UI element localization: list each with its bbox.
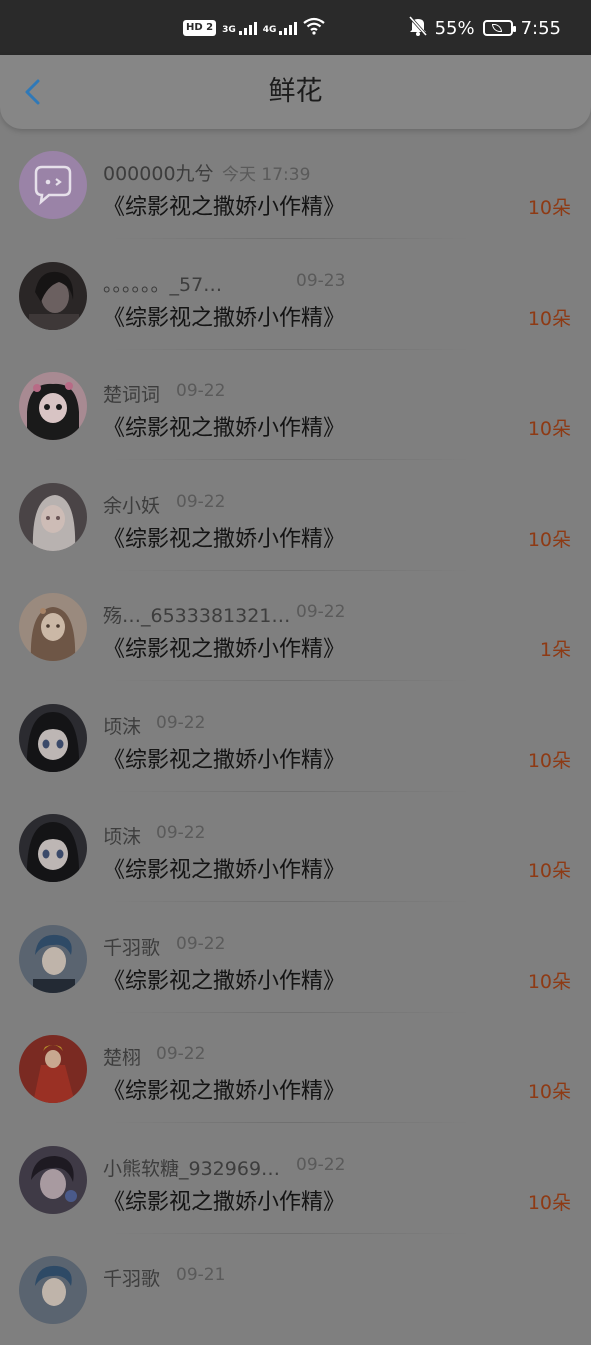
user-name: 000000九兮 <box>103 163 214 185</box>
gift-time: 09-23 <box>296 270 346 291</box>
gift-time: 09-22 <box>156 712 206 733</box>
gift-time: 09-22 <box>156 1044 206 1064</box>
avatar[interactable] <box>19 593 87 661</box>
avatar[interactable] <box>19 814 87 882</box>
flower-list: 000000九兮 今天 17:39 《综影视之撒娇小作精》 10朵 。。。。。。… <box>0 129 591 1345</box>
hd-badge: HD 2 <box>183 20 217 36</box>
avatar[interactable] <box>19 261 87 330</box>
avatar-photo <box>19 1145 87 1214</box>
user-name: 殇…_6533381321… <box>103 605 291 627</box>
list-item[interactable]: 余小妖 09-22 《综影视之撒娇小作精》 10朵 <box>0 461 591 572</box>
book-title: 《综影视之撒娇小作精》 <box>103 637 346 662</box>
user-name: 楚词词 <box>103 384 161 406</box>
hd-label: HD <box>186 22 203 33</box>
signal-4g-icon: 4G <box>262 21 298 35</box>
list-item[interactable]: 顷沫 09-22 《综影视之撒娇小作精》 10朵 <box>0 682 591 793</box>
flower-count: 10朵 <box>527 197 571 219</box>
gift-time: 09-22 <box>156 823 206 843</box>
flower-count: 10朵 <box>527 1081 571 1103</box>
user-name: 顷沫 <box>103 826 142 848</box>
list-item[interactable]: 。。。。。。_57… 09-23 《综影视之撒娇小作精》 10朵 <box>0 240 591 351</box>
flower-count: 10朵 <box>527 418 571 440</box>
book-title: 《综影视之撒娇小作精》 <box>103 968 346 994</box>
user-name: 顷沫 <box>103 715 142 738</box>
avatar[interactable] <box>19 151 87 219</box>
gift-time: 09-22 <box>176 381 226 401</box>
header-bar: 鲜花 <box>0 55 591 129</box>
avatar-photo <box>19 482 87 551</box>
avatar-photo <box>19 372 87 440</box>
page-title: 鲜花 <box>268 76 323 107</box>
book-title: 《综影视之撒娇小作精》 <box>103 526 346 552</box>
avatar-photo <box>19 703 87 772</box>
book-title: 《综影视之撒娇小作精》 <box>103 1189 346 1215</box>
list-item[interactable]: 殇…_6533381321… 09-22 《综影视之撒娇小作精》 1朵 <box>0 571 591 682</box>
chat-bubble-icon <box>19 151 87 219</box>
book-title: 《综影视之撒娇小作精》 <box>103 858 346 883</box>
status-bar: HD 2 3G 4G 55% 7:55 <box>0 0 591 55</box>
list-item[interactable]: 楚词词 09-22 《综影视之撒娇小作精》 10朵 <box>0 350 591 461</box>
avatar-photo <box>19 261 87 330</box>
flower-count: 10朵 <box>527 528 571 551</box>
avatar-photo <box>19 924 87 993</box>
net1-label: 3G <box>222 24 236 35</box>
battery-icon <box>482 20 516 36</box>
book-title: 《综影视之撒娇小作精》 <box>103 195 346 220</box>
avatar[interactable] <box>19 372 87 440</box>
user-name: 楚栩 <box>103 1047 142 1069</box>
avatar-photo <box>19 1256 87 1324</box>
wifi-icon <box>303 17 326 39</box>
net2-label: 4G <box>262 24 277 35</box>
list-item[interactable]: 千羽歌 09-22 《综影视之撒娇小作精》 10朵 <box>0 903 591 1014</box>
gift-time: 09-22 <box>176 491 226 512</box>
avatar-photo <box>19 593 87 661</box>
gift-time: 09-22 <box>296 1154 346 1175</box>
avatar[interactable] <box>19 703 87 772</box>
flower-count: 10朵 <box>527 1191 571 1214</box>
avatar[interactable] <box>19 924 87 993</box>
flower-count: 10朵 <box>527 970 571 993</box>
status-time: 7:55 <box>520 17 561 39</box>
gift-time: 今天 17:39 <box>222 165 311 185</box>
book-title: 《综影视之撒娇小作精》 <box>103 305 346 331</box>
list-item[interactable]: 楚栩 09-22 《综影视之撒娇小作精》 10朵 <box>0 1013 591 1124</box>
bell-off-icon <box>408 15 427 41</box>
flower-count: 10朵 <box>527 307 571 330</box>
user-name: 小熊软糖_932969… <box>103 1157 281 1180</box>
avatar[interactable] <box>19 1035 87 1103</box>
user-name: 。。。。。。_57… <box>103 273 223 296</box>
gift-time: 09-22 <box>176 933 226 954</box>
flower-count: 10朵 <box>527 749 571 772</box>
gift-time: 09-21 <box>176 1265 226 1285</box>
status-left: HD 2 3G 4G <box>183 16 326 40</box>
avatar[interactable] <box>19 482 87 551</box>
avatar-photo <box>19 1035 87 1103</box>
hd-sim: 2 <box>206 22 214 33</box>
avatar[interactable] <box>19 1145 87 1214</box>
list-item[interactable]: 小熊软糖_932969… 09-22 《综影视之撒娇小作精》 10朵 <box>0 1124 591 1235</box>
book-title: 《综影视之撒娇小作精》 <box>103 1079 346 1104</box>
flower-count: 1朵 <box>539 639 571 661</box>
flower-count: 10朵 <box>527 860 571 882</box>
user-name: 千羽歌 <box>103 1268 161 1290</box>
status-right: 55% 7:55 <box>408 14 561 42</box>
avatar-photo <box>19 814 87 882</box>
avatar[interactable] <box>19 1256 87 1324</box>
gift-time: 09-22 <box>296 602 346 622</box>
list-item[interactable]: 千羽歌 09-21 <box>0 1234 591 1345</box>
user-name: 余小妖 <box>103 494 161 517</box>
user-name: 千羽歌 <box>103 936 161 959</box>
book-title: 《综影视之撒娇小作精》 <box>103 747 346 773</box>
list-item[interactable]: 顷沫 09-22 《综影视之撒娇小作精》 10朵 <box>0 792 591 903</box>
battery-percent: 55% <box>434 17 475 39</box>
signal-3g-icon: 3G <box>222 21 257 35</box>
list-item[interactable]: 000000九兮 今天 17:39 《综影视之撒娇小作精》 10朵 <box>0 129 591 240</box>
book-title: 《综影视之撒娇小作精》 <box>103 416 346 441</box>
